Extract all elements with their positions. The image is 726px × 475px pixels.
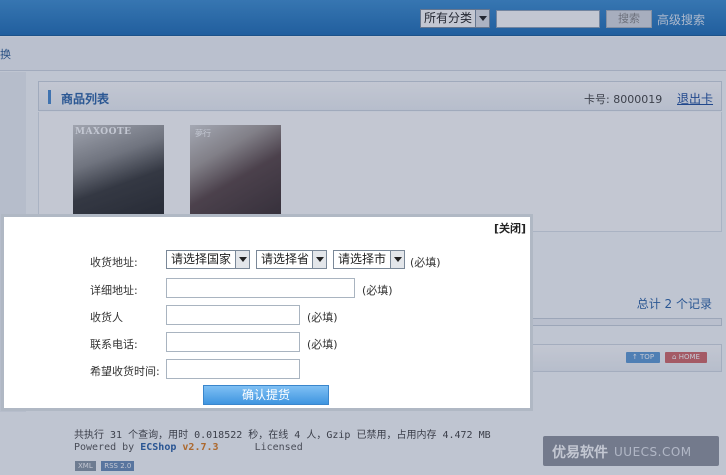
required-note: (必填) (362, 284, 393, 297)
required-note: (必填) (307, 311, 338, 324)
province-select[interactable]: 请选择省 (256, 250, 327, 269)
pickup-dialog: [关闭] 收货地址: 请选择国家 请选择省 请选择市 (必填) 详细地址: (必… (1, 214, 533, 411)
detail-address-label: 详细地址: (90, 284, 138, 297)
chevron-down-icon (312, 251, 326, 268)
detail-address-input[interactable] (166, 278, 355, 298)
chevron-down-icon (235, 251, 249, 268)
city-select-value: 请选择市 (338, 252, 387, 266)
receiver-label: 收货人 (90, 311, 123, 324)
country-select[interactable]: 请选择国家 (166, 250, 250, 269)
receiver-input[interactable] (166, 305, 300, 325)
phone-input[interactable] (166, 332, 300, 352)
address-label: 收货地址: (90, 256, 138, 269)
phone-label: 联系电话: (90, 338, 138, 351)
required-note: (必填) (410, 256, 441, 269)
confirm-pickup-button[interactable]: 确认提货 (203, 385, 329, 405)
city-select[interactable]: 请选择市 (333, 250, 405, 269)
chevron-down-icon (390, 251, 404, 268)
country-select-value: 请选择国家 (171, 252, 232, 266)
required-note: (必填) (307, 338, 338, 351)
close-button[interactable]: [关闭] (494, 220, 526, 236)
province-select-value: 请选择省 (261, 252, 310, 266)
delivery-time-input[interactable] (166, 359, 300, 379)
delivery-time-label: 希望收货时间: (90, 365, 160, 378)
